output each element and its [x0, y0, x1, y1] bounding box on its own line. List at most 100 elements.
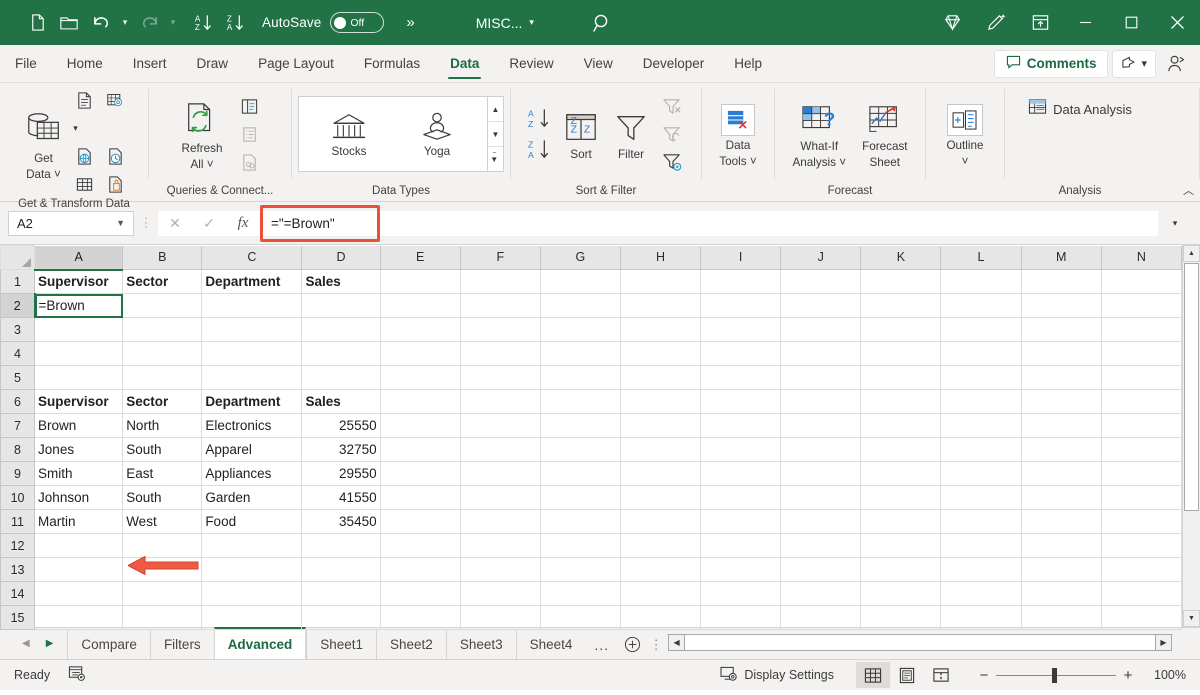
cell-i3[interactable] — [701, 318, 781, 342]
cell-d1[interactable]: Sales — [302, 270, 380, 294]
row-header-5[interactable]: 5 — [1, 366, 35, 390]
cell-k15[interactable] — [861, 606, 941, 630]
cell-b2[interactable] — [123, 294, 202, 318]
row-header-11[interactable]: 11 — [1, 510, 35, 534]
cell-b13[interactable] — [123, 558, 202, 582]
cell-l12[interactable] — [941, 534, 1021, 558]
name-box[interactable]: A2 ▼ — [8, 211, 134, 236]
enter-formula-icon[interactable]: ✓ — [192, 211, 226, 236]
zoom-level-label[interactable]: 100% — [1140, 668, 1186, 682]
cell-h5[interactable] — [620, 366, 700, 390]
sheet-tab-sheet3[interactable]: Sheet3 — [446, 630, 516, 659]
cell-a1[interactable]: Supervisor — [35, 270, 123, 294]
cell-m10[interactable] — [1021, 486, 1101, 510]
recent-sources-icon[interactable] — [101, 143, 131, 170]
filter-button[interactable]: Filter — [607, 107, 655, 161]
sort-ascending-icon[interactable]: AZ — [188, 8, 218, 38]
cell-g5[interactable] — [540, 366, 620, 390]
cell-d12[interactable] — [302, 534, 380, 558]
cell-j5[interactable] — [781, 366, 861, 390]
cell-g7[interactable] — [540, 414, 620, 438]
cell-b7[interactable]: North — [123, 414, 202, 438]
cell-h13[interactable] — [620, 558, 700, 582]
cell-h4[interactable] — [620, 342, 700, 366]
name-box-caret-icon[interactable]: ▼ — [116, 218, 125, 228]
column-header-a[interactable]: A — [35, 246, 123, 270]
cell-j3[interactable] — [781, 318, 861, 342]
sheet-tab-filters[interactable]: Filters — [150, 630, 214, 659]
column-header-m[interactable]: M — [1021, 246, 1101, 270]
from-picture-caret-icon[interactable]: ▾ — [70, 115, 82, 142]
cell-m8[interactable] — [1021, 438, 1101, 462]
vertical-scrollbar[interactable]: ▲ ▼ — [1182, 245, 1200, 627]
cell-i5[interactable] — [701, 366, 781, 390]
cell-f3[interactable] — [460, 318, 540, 342]
cell-n7[interactable] — [1101, 414, 1181, 438]
cell-f7[interactable] — [460, 414, 540, 438]
cell-f10[interactable] — [460, 486, 540, 510]
sort-az-icon[interactable]: AZ — [525, 105, 555, 132]
cell-k1[interactable] — [861, 270, 941, 294]
row-header-10[interactable]: 10 — [1, 486, 35, 510]
cell-m4[interactable] — [1021, 342, 1101, 366]
cell-d11[interactable]: 35450 — [302, 510, 380, 534]
cell-e12[interactable] — [380, 534, 460, 558]
cell-e3[interactable] — [380, 318, 460, 342]
cell-b4[interactable] — [123, 342, 202, 366]
column-header-c[interactable]: C — [202, 246, 302, 270]
data-analysis-button[interactable]: Data Analysis — [1022, 95, 1138, 124]
cell-j14[interactable] — [781, 582, 861, 606]
zoom-slider-thumb[interactable] — [1052, 668, 1057, 683]
cell-l6[interactable] — [941, 390, 1021, 414]
sheet-tab-splitter[interactable]: ⋮ — [646, 630, 666, 659]
autosave-toggle[interactable]: Off — [330, 12, 384, 33]
person-add-icon[interactable] — [1160, 50, 1192, 78]
cell-m7[interactable] — [1021, 414, 1101, 438]
cell-n8[interactable] — [1101, 438, 1181, 462]
undo-dropdown-caret-icon[interactable]: ▾ — [118, 8, 132, 38]
cell-e5[interactable] — [380, 366, 460, 390]
open-folder-icon[interactable] — [54, 8, 84, 38]
cell-c12[interactable] — [202, 534, 302, 558]
cell-a5[interactable] — [35, 366, 123, 390]
cell-h2[interactable] — [620, 294, 700, 318]
cell-g10[interactable] — [540, 486, 620, 510]
cell-m13[interactable] — [1021, 558, 1101, 582]
scroll-up-button[interactable]: ▲ — [1183, 245, 1200, 262]
cell-d2[interactable] — [302, 294, 380, 318]
cell-i11[interactable] — [701, 510, 781, 534]
cell-h10[interactable] — [620, 486, 700, 510]
cell-a8[interactable]: Jones — [35, 438, 123, 462]
cell-a14[interactable] — [35, 582, 123, 606]
cell-l10[interactable] — [941, 486, 1021, 510]
cell-n2[interactable] — [1101, 294, 1181, 318]
scroll-left-button[interactable]: ◀ — [668, 634, 685, 651]
cell-i12[interactable] — [701, 534, 781, 558]
cell-f8[interactable] — [460, 438, 540, 462]
cell-g11[interactable] — [540, 510, 620, 534]
cell-n1[interactable] — [1101, 270, 1181, 294]
cell-f14[interactable] — [460, 582, 540, 606]
what-if-analysis-button[interactable]: ? What-If Analysis ˅ — [786, 99, 852, 169]
cell-n15[interactable] — [1101, 606, 1181, 630]
sheet-tabs-overflow[interactable]: ... — [585, 630, 618, 659]
cell-a15[interactable] — [35, 606, 123, 630]
cell-n3[interactable] — [1101, 318, 1181, 342]
cell-m3[interactable] — [1021, 318, 1101, 342]
formula-bar-splitter[interactable]: ⋮ — [134, 215, 158, 231]
collapse-ribbon-button[interactable]: ︿ — [1183, 182, 1194, 198]
cell-m5[interactable] — [1021, 366, 1101, 390]
undo-icon[interactable] — [86, 8, 116, 38]
column-header-b[interactable]: B — [123, 246, 202, 270]
page-layout-view-button[interactable] — [890, 662, 924, 688]
cell-b3[interactable] — [123, 318, 202, 342]
tab-formulas[interactable]: Formulas — [349, 45, 435, 82]
sheet-tab-advanced[interactable]: Advanced — [214, 627, 307, 659]
existing-connections-icon[interactable] — [101, 171, 131, 198]
tab-view[interactable]: View — [569, 45, 628, 82]
row-header-4[interactable]: 4 — [1, 342, 35, 366]
cell-b9[interactable]: East — [123, 462, 202, 486]
zoom-in-button[interactable]: + — [1116, 667, 1140, 684]
tab-insert[interactable]: Insert — [118, 45, 182, 82]
column-header-g[interactable]: G — [540, 246, 620, 270]
